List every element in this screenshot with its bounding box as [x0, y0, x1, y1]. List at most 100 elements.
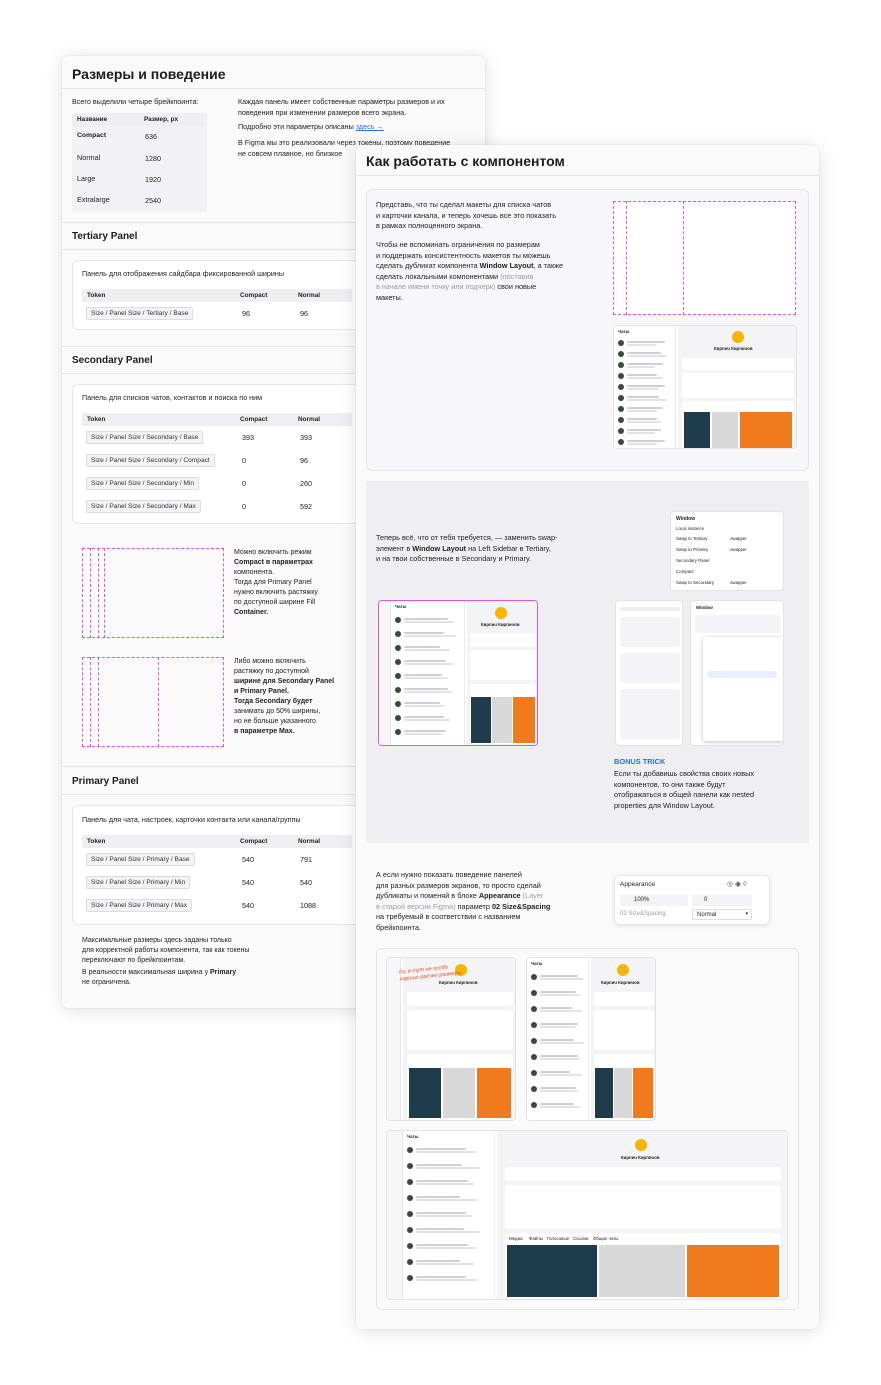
primary-title: Primary Panel: [72, 776, 139, 787]
s3-text: А если нужно показать поведение панелей …: [376, 870, 550, 933]
primary-desc: Панель для чата, настроек, карточки конт…: [82, 815, 301, 824]
tab-links[interactable]: Ссылки: [573, 1236, 588, 1241]
tab-media[interactable]: Медиа: [509, 1236, 523, 1241]
text: дубликаты и поменяй в блоке: [376, 891, 479, 900]
guide-line: [158, 657, 159, 747]
bp-name: Compact: [77, 132, 107, 139]
channel-name: Кирпич Кирпичов: [439, 980, 478, 985]
line: на требуемый в соответствии с названием: [376, 912, 521, 921]
note-line: нужно включить растяжку: [234, 589, 318, 596]
col-compact: Compact: [240, 838, 268, 845]
line: отображаться в общей панели как nested: [614, 790, 755, 799]
footer-line: переключают по брейкпоинтам.: [82, 957, 186, 964]
channel-logo: [732, 331, 744, 343]
channel-card: Кирпич Кирпичов: [678, 326, 796, 448]
tertiary-desc: Панель для отображения сайдбара фиксиров…: [82, 269, 285, 278]
window-layout-preview: Чаты Кирпич Кирпичов: [378, 600, 538, 746]
layout-preview: Чаты Кирпич Кирпичов: [613, 325, 797, 449]
text: параметр: [455, 901, 492, 911]
divider: [356, 175, 819, 176]
col-normal: Normal: [298, 838, 321, 845]
normal-value: 96: [300, 309, 308, 318]
appearance-panel: Appearance ◎ ◉ ◊ 100% 0 02 Size&Spacing …: [614, 875, 770, 925]
secondary-header: Token Compact Normal: [82, 413, 352, 426]
token-pill: Size / Panel Size / Secondary / Base: [86, 431, 204, 444]
col-normal: Normal: [298, 416, 321, 423]
preview-large: Чаты Кирпич Кирпичов Медиа Файлы Голосов…: [386, 1130, 788, 1300]
muted: в начале имени точку или подчерк): [376, 282, 496, 291]
line: сделать дубликат компонента Window Layou…: [376, 261, 563, 272]
window-properties-panel: Window Local instance Swap to Tertiary .…: [670, 511, 784, 591]
bonus-trick-text: Если ты добавишь свойства своих новых ко…: [614, 769, 754, 811]
prop-value[interactable]: .swapper: [729, 547, 747, 552]
tab-files[interactable]: Файлы: [529, 1236, 543, 1241]
primary-footer-1: Максимальные размеры здесь заданы только…: [82, 936, 249, 966]
line: и на твои собственные в Secondary и Prim…: [376, 554, 532, 563]
prop-value[interactable]: .swapper: [729, 580, 747, 585]
bp-size: 2540: [145, 196, 161, 205]
size-spacing-value: Normal: [697, 912, 717, 918]
normal-value: 540: [300, 878, 312, 887]
preview-normal: Чаты Кирпич Кирпичов: [526, 957, 656, 1121]
opacity-field[interactable]: 100%: [620, 895, 688, 906]
chat-list: Чаты: [614, 326, 676, 448]
note-line: растяжку по доступной: [234, 668, 309, 675]
note-line: и Primary Panel.: [234, 688, 289, 695]
compact-value: 540: [242, 901, 254, 910]
secondary-note-1: Можно включить режим Compact в параметра…: [234, 548, 318, 618]
note-line: Тогда Secondary будет: [234, 698, 313, 705]
instance-swap-panel: Window: [690, 600, 784, 746]
bp-size: 636: [145, 132, 157, 141]
primary-header: Token Compact Normal: [82, 835, 352, 848]
tab-common-chats[interactable]: Общие чаты: [593, 1236, 618, 1241]
text: сделать дубликат компонента: [376, 261, 480, 270]
bp-name: Extralarge: [77, 195, 110, 204]
line: Теперь всё, что от тебя требуется, — зам…: [376, 533, 558, 542]
footer-line: для корректной работы компонента, так ка…: [82, 947, 250, 954]
primary-footer-2: В реальности максимальная ширина у Prima…: [82, 968, 332, 988]
token-pill: Size / Panel Size / Secondary / Compact: [86, 454, 215, 467]
chevron-down-icon: ▾: [745, 911, 748, 917]
sizes-title: Размеры и поведение: [72, 66, 226, 82]
footer-text: не ограничена.: [82, 979, 131, 986]
prop-value[interactable]: .swapper: [729, 536, 747, 541]
size-spacing-select[interactable]: Normal ▾: [692, 909, 752, 920]
normal-value: 592: [300, 502, 312, 511]
tab-voice[interactable]: Голосовые: [547, 1236, 569, 1241]
token-pill: Size / Panel Size / Primary / Max: [86, 899, 193, 912]
prop-label: Swap to Primary: [676, 547, 709, 552]
line: макеты.: [376, 292, 403, 302]
line: properties для Window Layout.: [614, 800, 715, 810]
note-line: но не больше указанного: [234, 718, 316, 725]
secondary-note-2: Либо можно включить растяжку по доступно…: [234, 657, 334, 737]
channel-name: Кирпич Кирпичов: [601, 980, 640, 985]
channel-name: Кирпич Кирпичов: [714, 346, 753, 351]
bold: Window Layout: [479, 261, 534, 270]
note-line: занимать до 50% ширины,: [234, 708, 321, 715]
col-compact: Compact: [240, 416, 268, 423]
guide-line: [626, 201, 627, 315]
details-link[interactable]: здесь →: [356, 122, 384, 131]
s1-paragraph-2: Чтобы не вспоминать ограничения по разме…: [376, 240, 563, 303]
howto-title: Как работать с компонентом: [366, 153, 565, 169]
line: брейкпоинта.: [376, 922, 422, 932]
line: сделать локальными компонентами (постави…: [376, 272, 563, 283]
radius-field[interactable]: 0: [692, 895, 752, 906]
footer-text: В реальности максимальная ширина у: [82, 969, 211, 976]
muted: (Layer: [520, 891, 544, 900]
compact-value: 0: [242, 456, 246, 465]
col-size: Размер, px: [144, 116, 179, 123]
panel-title: Window: [676, 516, 696, 522]
text: элемент в: [376, 543, 413, 553]
col-name: Название: [77, 116, 108, 123]
guide-line: [98, 548, 99, 638]
guide-line: [90, 657, 91, 747]
bonus-trick-title: BONUS TRICK: [614, 757, 666, 766]
chats-label: Чаты: [395, 604, 407, 609]
compact-value: 0: [242, 502, 246, 511]
footer-bold: Primary: [210, 969, 237, 976]
prop-label: Local instance: [676, 526, 705, 531]
prop-label: Compact: [676, 569, 694, 574]
eye-icon[interactable]: ◎ ◉ ◊: [727, 880, 747, 888]
normal-value: 260: [300, 479, 312, 488]
